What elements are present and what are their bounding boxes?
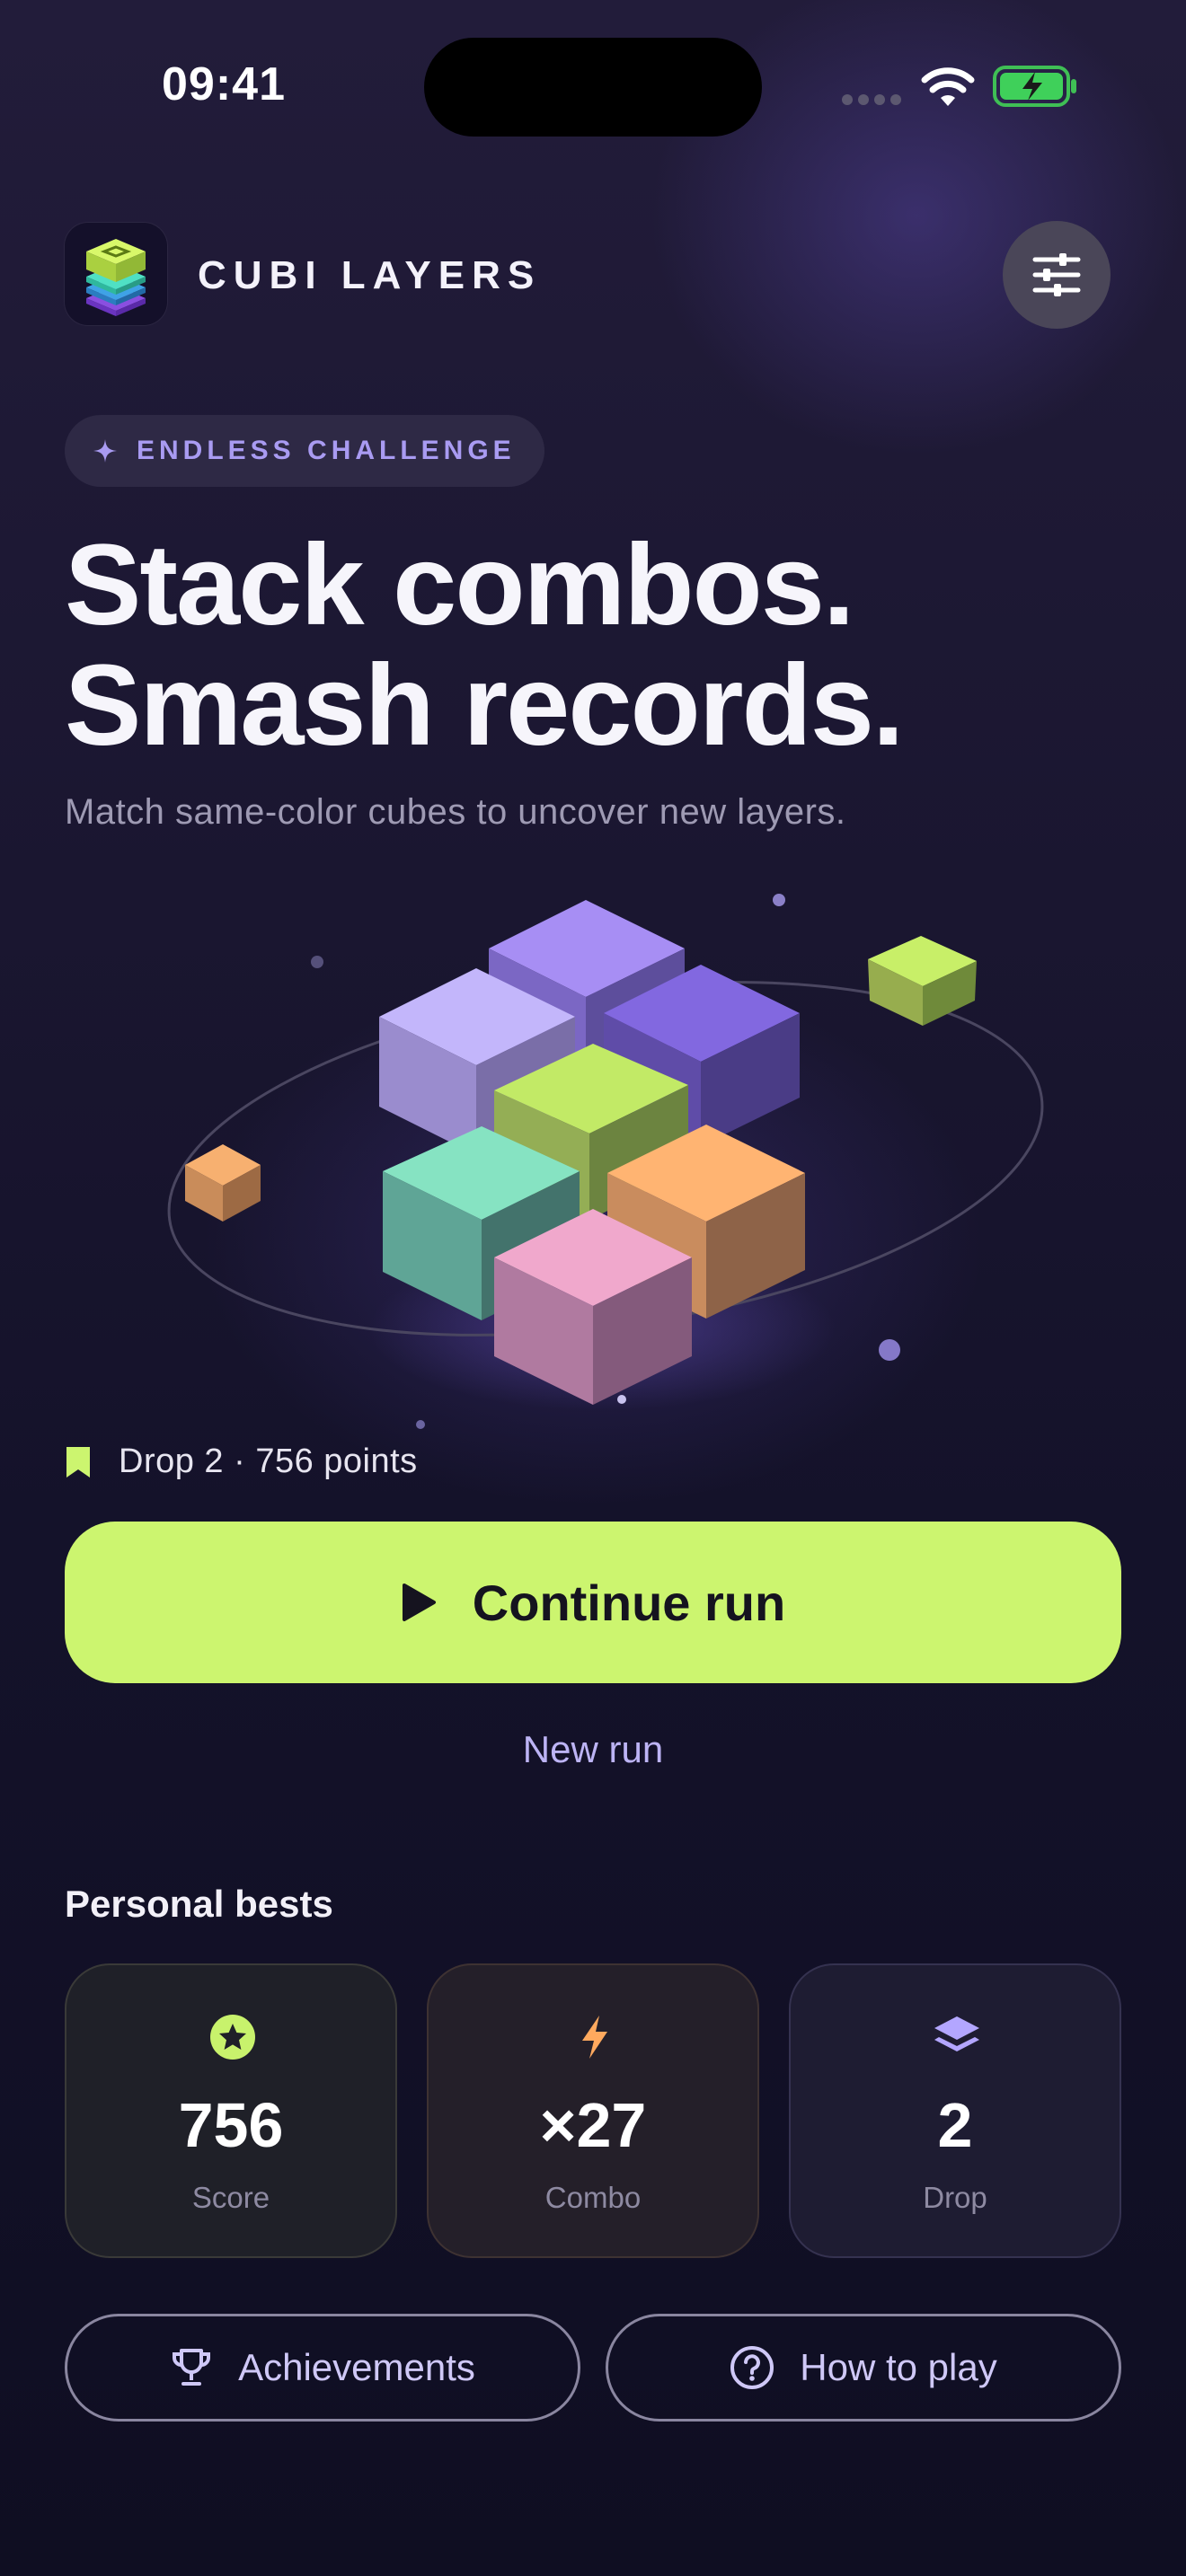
dynamic-island (424, 38, 762, 137)
best-score-card: 756 Score (65, 1963, 397, 2258)
best-combo-value: ×27 (539, 2090, 647, 2160)
page-title: Stack combos. Smash records. (65, 525, 1143, 766)
cellular-signal-icon (842, 94, 901, 105)
battery-charging-icon (993, 66, 1076, 107)
badge-label: ENDLESS CHALLENGE (137, 436, 516, 465)
sparkle-icon (93, 439, 117, 463)
best-drop-card: 2 Drop (789, 1963, 1121, 2258)
sliders-icon (1032, 253, 1081, 296)
saved-run-text: Drop 2 · 756 points (119, 1442, 418, 1480)
saved-run-info: Drop 2 · 756 points (65, 1442, 418, 1481)
layers-icon (934, 2016, 979, 2051)
best-drop-value: 2 (937, 2090, 973, 2160)
how-to-play-button[interactable]: How to play (606, 2314, 1121, 2422)
settings-button[interactable] (1003, 221, 1111, 329)
mode-badge: ENDLESS CHALLENGE (65, 415, 544, 487)
achievements-label: Achievements (238, 2346, 475, 2388)
bookmark-icon (66, 1446, 90, 1478)
app-logo-icon (65, 223, 167, 325)
trophy-icon (173, 2349, 211, 2386)
app-name: CUBI LAYERS (198, 253, 542, 297)
best-combo-label: Combo (544, 2181, 642, 2214)
cube-illustration (167, 894, 1044, 1429)
best-combo-card: ×27 Combo (427, 1963, 759, 2258)
star-badge-icon (210, 2015, 255, 2060)
how-to-play-label: How to play (800, 2346, 997, 2388)
wifi-icon (921, 67, 975, 106)
new-run-label: New run (522, 1728, 664, 1770)
help-circle-icon (730, 2346, 774, 2389)
new-run-button[interactable]: New run (413, 1714, 773, 1786)
floating-lime-cube (868, 936, 977, 1026)
hero-subtitle: Match same-color cubes to uncover new la… (65, 792, 846, 832)
best-score-label: Score (191, 2181, 270, 2214)
status-time: 09:41 (162, 58, 286, 110)
best-drop-label: Drop (923, 2181, 987, 2214)
personal-bests-title: Personal bests (65, 1883, 333, 1925)
continue-run-button[interactable]: Continue run (65, 1522, 1121, 1683)
continue-run-label: Continue run (472, 1574, 786, 1631)
floating-orange-cube (185, 1144, 261, 1222)
headline-line-2: Smash records. (65, 641, 904, 770)
best-score-value: 756 (178, 2090, 284, 2160)
achievements-button[interactable]: Achievements (65, 2314, 580, 2422)
headline-line-1: Stack combos. (65, 521, 854, 649)
lightning-icon (582, 2016, 607, 2059)
play-icon (402, 1584, 436, 1621)
